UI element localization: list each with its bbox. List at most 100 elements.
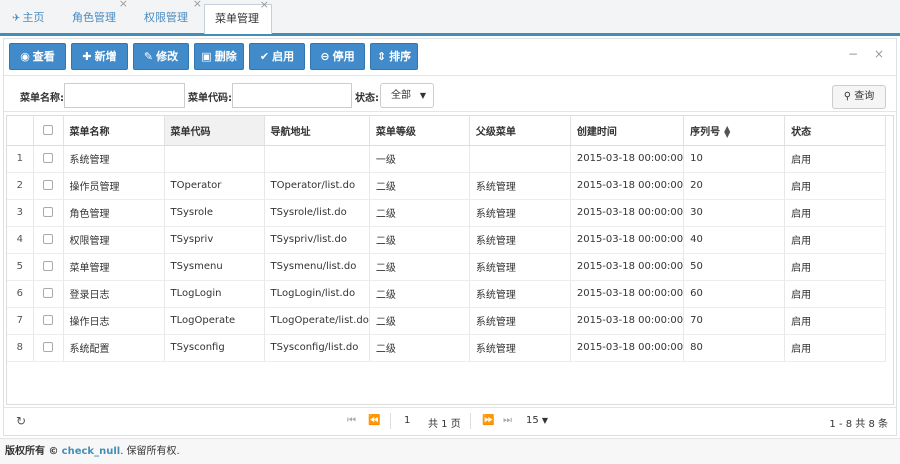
edit-icon: ✎ bbox=[143, 50, 154, 63]
pager: ↻ ⏮ ⏪ 1 共 1 页 ⏩ ⏭ 15 ▼ 1 - 8 共 8 条 bbox=[4, 407, 896, 435]
next-page-icon[interactable]: ⏩ bbox=[482, 415, 494, 426]
column-header[interactable]: 菜单代码 bbox=[164, 116, 265, 146]
table-cell: 启用 bbox=[784, 334, 887, 362]
table-cell: 系统管理 bbox=[469, 172, 571, 200]
table-cell: 二级 bbox=[369, 253, 470, 281]
delete-button[interactable]: ▣ 删除 bbox=[194, 43, 244, 70]
view-button[interactable]: ◉ 查看 bbox=[9, 43, 66, 70]
table-cell: TSysconfig/list.do bbox=[264, 334, 370, 362]
table-cell: 一级 bbox=[369, 145, 470, 173]
page-size-select[interactable]: 15 ▼ bbox=[526, 415, 548, 426]
first-page-icon[interactable]: ⏮ bbox=[347, 415, 356, 426]
row-checkbox[interactable] bbox=[43, 153, 53, 163]
table-row[interactable]: 1 系统管理 一级 2015-03-18 00:00:00 10 启用 bbox=[7, 145, 887, 173]
table-row[interactable]: 2 操作员管理 TOperator TOperator/list.do 二级 系统管理 20… bbox=[7, 172, 887, 200]
table-cell: TSysrole/list.do bbox=[264, 199, 370, 227]
table-cell: 2015-03-18 00:00:00 bbox=[570, 253, 685, 281]
status-label: 状态: bbox=[355, 93, 379, 104]
disable-button[interactable]: ⊖ 停用 bbox=[310, 43, 365, 70]
table-cell: 启用 bbox=[784, 280, 887, 308]
row-checkbox[interactable] bbox=[43, 180, 53, 190]
divider bbox=[470, 413, 471, 429]
tab-role-management[interactable]: 角色管理 × bbox=[62, 0, 130, 33]
plus-icon: ✚ bbox=[82, 50, 92, 63]
table-row[interactable]: 4 权限管理 TSyspriv TSyspriv/list.do 二级 系统管理 2015-… bbox=[7, 226, 887, 254]
row-checkbox[interactable] bbox=[43, 342, 53, 352]
table-cell bbox=[264, 145, 370, 173]
table-row[interactable]: 7 操作日志 TLogOperate TLogOperate/list.do 二级 系统管… bbox=[7, 307, 887, 335]
menu-panel: ◉ 查看 ✚ 新增 ✎ 修改 ▣ 删除 ✔ 启用 ⊖ 停用 ⇕ 排序 − × 菜单名称: 菜单… bbox=[3, 38, 897, 436]
table-cell: 登录日志 bbox=[63, 280, 165, 308]
table-row[interactable]: 5 菜单管理 TSysmenu TSysmenu/list.do 二级 系统管理 2015-… bbox=[7, 253, 887, 281]
row-checkbox[interactable] bbox=[43, 261, 53, 271]
table-cell: 操作日志 bbox=[63, 307, 165, 335]
row-checkbox[interactable] bbox=[43, 207, 53, 217]
row-number: 6 bbox=[7, 280, 34, 308]
tab-label: 主页 bbox=[22, 11, 45, 24]
row-select-cell bbox=[33, 334, 64, 362]
tab-home[interactable]: ✈ 主页 bbox=[2, 4, 54, 33]
edit-button[interactable]: ✎ 修改 bbox=[133, 43, 189, 70]
table-cell: 系统管理 bbox=[469, 280, 571, 308]
select-all-header bbox=[33, 116, 64, 146]
current-page[interactable]: 1 bbox=[404, 415, 410, 426]
table-row[interactable]: 8 系统配置 TSysconfig TSysconfig/list.do 二级 系统管理 2… bbox=[7, 334, 887, 362]
table-cell: 二级 bbox=[369, 199, 470, 227]
tab-label: 权限管理 bbox=[144, 11, 188, 24]
prev-page-icon[interactable]: ⏪ bbox=[368, 415, 380, 426]
column-header[interactable]: 父级菜单 bbox=[469, 116, 571, 146]
table-cell: TOperator bbox=[164, 172, 265, 200]
table-cell: 40 bbox=[683, 226, 786, 254]
add-button[interactable]: ✚ 新增 bbox=[71, 43, 128, 70]
last-page-icon[interactable]: ⏭ bbox=[503, 415, 512, 426]
tab-label: 菜单管理 bbox=[215, 12, 259, 25]
row-number: 4 bbox=[7, 226, 34, 254]
table-cell: 角色管理 bbox=[63, 199, 165, 227]
table-cell: 启用 bbox=[784, 145, 887, 173]
menu-table: 菜单名称 菜单代码 导航地址 菜单等级 父级菜单 创建时间 序列号 ▲ ▼ 状态 1… bbox=[7, 116, 887, 362]
table-row[interactable]: 3 角色管理 TSysrole TSysrole/list.do 二级 系统管理 2015-… bbox=[7, 199, 887, 227]
select-all-checkbox[interactable] bbox=[43, 124, 53, 135]
row-checkbox[interactable] bbox=[43, 288, 53, 298]
menu-code-input[interactable] bbox=[232, 83, 352, 108]
check-icon: ✔ bbox=[259, 50, 270, 63]
brand-link[interactable]: check_null bbox=[62, 446, 121, 457]
row-number: 3 bbox=[7, 199, 34, 227]
column-header[interactable]: 菜单名称 bbox=[63, 116, 165, 146]
sort-icon: ⇕ bbox=[376, 50, 387, 63]
close-icon[interactable]: × bbox=[119, 0, 128, 10]
status-select[interactable]: 全部 ▼ bbox=[380, 83, 434, 108]
panel-tools: − × bbox=[836, 47, 884, 61]
refresh-icon[interactable]: ↻ bbox=[16, 414, 26, 428]
footer: 版权所有 © check_null. 保留所有权. bbox=[0, 438, 900, 464]
column-header-sequence[interactable]: 序列号 ▲ ▼ bbox=[683, 116, 786, 146]
tab-permission-management[interactable]: 权限管理 × bbox=[134, 0, 204, 33]
close-icon[interactable]: × bbox=[874, 47, 884, 61]
column-header[interactable]: 菜单等级 bbox=[369, 116, 470, 146]
row-number: 1 bbox=[7, 145, 34, 173]
enable-button[interactable]: ✔ 启用 bbox=[249, 43, 305, 70]
menu-name-input[interactable] bbox=[64, 83, 185, 108]
row-checkbox[interactable] bbox=[43, 234, 53, 244]
table-cell: 系统管理 bbox=[469, 226, 571, 254]
sort-button[interactable]: ⇕ 排序 bbox=[370, 43, 418, 70]
caret-down-icon: ▼ bbox=[541, 416, 549, 425]
minimize-icon[interactable]: − bbox=[848, 47, 858, 61]
query-button[interactable]: ⚲ 查询 bbox=[832, 85, 886, 109]
copyright-suffix: . 保留所有权. bbox=[120, 446, 180, 457]
row-select-cell bbox=[33, 199, 64, 227]
table-cell: 二级 bbox=[369, 307, 470, 335]
table-cell: TLogOperate bbox=[164, 307, 265, 335]
column-header[interactable]: 创建时间 bbox=[570, 116, 685, 146]
row-checkbox[interactable] bbox=[43, 315, 53, 325]
tab-menu-management[interactable]: 菜单管理 × bbox=[204, 0, 272, 34]
table-cell: 80 bbox=[683, 334, 786, 362]
close-icon[interactable]: × bbox=[260, 0, 269, 11]
close-icon[interactable]: × bbox=[193, 0, 202, 10]
column-header[interactable]: 状态 bbox=[784, 116, 887, 146]
table-row[interactable]: 6 登录日志 TLogLogin TLogLogin/list.do 二级 系统管理 201… bbox=[7, 280, 887, 308]
column-header[interactable]: 导航地址 bbox=[264, 116, 370, 146]
row-number: 5 bbox=[7, 253, 34, 281]
row-number: 7 bbox=[7, 307, 34, 335]
table-cell: 二级 bbox=[369, 280, 470, 308]
